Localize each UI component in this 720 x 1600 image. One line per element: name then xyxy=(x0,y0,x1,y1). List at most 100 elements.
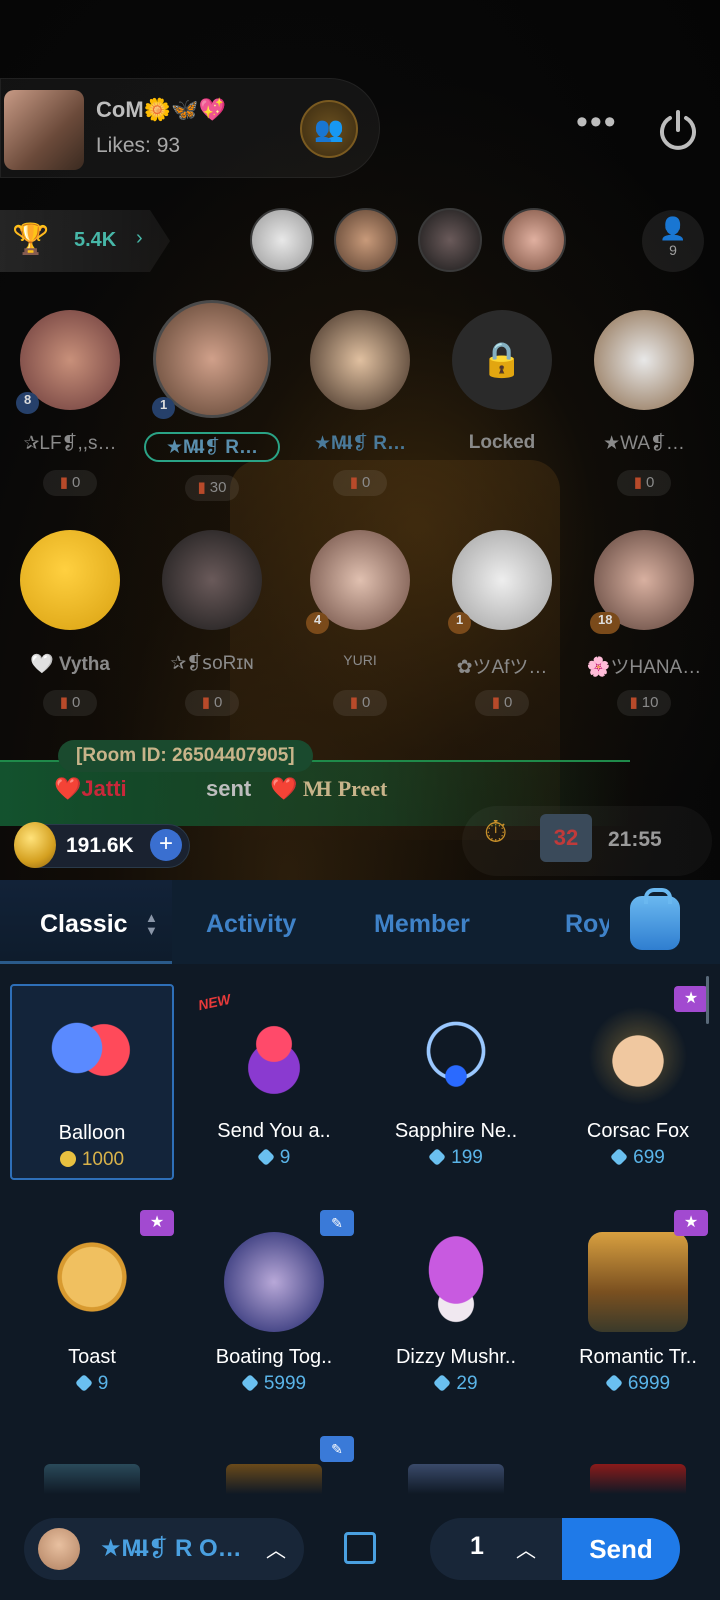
scrollbar[interactable] xyxy=(706,976,709,1024)
gift-sapphire-necklace[interactable]: Sapphire Ne.. 199 xyxy=(374,984,538,1180)
gift-image xyxy=(406,1006,506,1106)
room-likes: Likes: 93 xyxy=(96,134,181,157)
banner-verb: sent xyxy=(206,776,252,801)
seat-7[interactable]: ✰❡ꜱᴏRɪɴ ▮ 0 xyxy=(152,530,272,716)
ranking-value: 5.4K xyxy=(74,229,117,251)
seat-name: ★M̶I❡ R… xyxy=(144,432,280,462)
coin-balance: 191.6K xyxy=(66,834,134,857)
quantity-value: 1 xyxy=(470,1532,484,1560)
recharge-button[interactable]: + xyxy=(150,829,182,861)
gift-romantic-train[interactable]: Romantic Tr.. 6999 xyxy=(556,1210,720,1406)
level-badge: 1 xyxy=(152,397,176,419)
lock-icon: 🔒 xyxy=(480,341,524,379)
seat-name: ★M̶I❡ R… xyxy=(313,433,407,454)
seat-avatar xyxy=(162,530,262,630)
seat-avatar: 1 xyxy=(448,530,552,634)
receiver-name: ★M̶I❡ R O… xyxy=(100,1535,242,1562)
gift-name: Toast xyxy=(68,1346,116,1368)
gift-image xyxy=(42,1232,142,1332)
gift-name: Boating Tog.. xyxy=(215,1346,333,1368)
gift-corsac-fox[interactable]: Corsac Fox 699 xyxy=(556,984,720,1180)
level-badge: 4 xyxy=(306,612,330,634)
gift-price: 9 xyxy=(192,1147,356,1169)
gift-price: 699 xyxy=(556,1147,720,1169)
seat-gift-count: ▮ 0 xyxy=(617,470,671,496)
room-avatar[interactable] xyxy=(4,90,84,170)
seat-gift-count: ▮ 0 xyxy=(333,690,387,716)
seat-avatar: 8 xyxy=(16,310,120,414)
diamond-icon xyxy=(256,1147,275,1167)
tab-activity[interactable]: Activity xyxy=(206,910,296,939)
seat-gift-count: ▮ 0 xyxy=(43,470,97,496)
seat-2[interactable]: 1 ★M̶I❡ R… ▮ 30 xyxy=(144,300,280,501)
seat-9[interactable]: 1 ✿ツAfツ… ▮ 0 xyxy=(442,530,562,716)
gift-price: 6999 xyxy=(556,1373,720,1395)
gift-image xyxy=(588,1232,688,1332)
gift-name: Sapphire Ne.. xyxy=(394,1120,518,1142)
seat-6[interactable]: 🤍 Vytha ▮ 0 xyxy=(10,530,130,716)
person-icon: 👤 xyxy=(659,216,687,241)
edit-badge-icon: ✎ xyxy=(320,1210,354,1236)
seat-name: ★WA❡… xyxy=(603,433,685,454)
select-all-checkbox[interactable] xyxy=(344,1532,376,1564)
seat-gift-count: ▮ 10 xyxy=(617,690,671,716)
gift-thumbnail-partial[interactable] xyxy=(590,1464,686,1494)
edit-badge-icon: ✎ xyxy=(320,1436,354,1462)
seat-name: 🌸ツHANA… xyxy=(586,657,702,678)
gift-thumbnail-partial[interactable] xyxy=(44,1464,140,1494)
seat-3[interactable]: ★M̶I❡ R… ▮ 0 xyxy=(300,310,420,496)
gift-thumbnail-partial[interactable] xyxy=(226,1464,322,1494)
chevron-up-icon[interactable]: ︿ xyxy=(266,1534,286,1563)
seat-1[interactable]: 8 ✰LF❡,,s… ▮ 0 xyxy=(10,310,130,496)
calendar-icon[interactable]: 32 xyxy=(540,814,592,862)
seat-avatar: 4 xyxy=(306,530,410,634)
seat-name: 🤍 Vytha xyxy=(30,654,110,675)
tab-member[interactable]: Member xyxy=(374,910,470,939)
sort-icon[interactable]: ▲ ▼ xyxy=(145,911,158,937)
gift-name: Dizzy Mushr.. xyxy=(395,1346,517,1368)
timer-value: 21:55 xyxy=(608,828,662,851)
gift-image xyxy=(588,1006,688,1106)
viewer-avatar[interactable] xyxy=(250,208,314,272)
gift-image xyxy=(406,1232,506,1332)
seat-name: ✰❡ꜱᴏRɪɴ xyxy=(170,653,254,674)
live-room-screen: CoM🌼🦋💖 Likes: 93 👥 ••• 🏆 5.4K › 👤 9 8 ✰L… xyxy=(0,0,720,1600)
viewer-count-button[interactable]: 👤 9 xyxy=(642,210,704,272)
gift-name: Corsac Fox xyxy=(586,1120,690,1142)
gift-toast[interactable]: Toast 9 xyxy=(10,1210,174,1406)
seat-avatar xyxy=(20,530,120,630)
receiver-avatar xyxy=(38,1528,80,1570)
room-id-label: [Room ID: 26504407905] xyxy=(58,740,313,772)
star-badge-icon: ★ xyxy=(140,1210,174,1236)
seat-avatar xyxy=(594,310,694,410)
seat-gift-count: ▮ 0 xyxy=(475,690,529,716)
gift-price: 5999 xyxy=(192,1373,356,1395)
seat-gift-count: ▮ 30 xyxy=(185,475,239,501)
gift-boating-together[interactable]: Boating Tog.. 5999 xyxy=(192,1210,356,1406)
chevron-up-icon[interactable]: ︿ xyxy=(516,1534,536,1563)
tab-roy[interactable]: Roy xyxy=(565,910,609,939)
diamond-icon xyxy=(240,1373,259,1393)
gift-thumbnail-partial[interactable] xyxy=(408,1464,504,1494)
backpack-icon[interactable] xyxy=(630,888,680,950)
seat-name: Locked xyxy=(468,432,536,453)
seat-10[interactable]: 18 🌸ツHANA… ▮ 10 xyxy=(584,530,704,716)
gift-balloon[interactable]: Balloon 1000 xyxy=(10,984,174,1180)
fan-club-button[interactable]: 👥 xyxy=(300,100,358,158)
viewer-avatar[interactable] xyxy=(418,208,482,272)
seat-8[interactable]: 4 YURI ▮ 0 xyxy=(300,530,420,716)
gift-send-you-a[interactable]: Send You a.. 9 xyxy=(192,984,356,1180)
diamond-icon xyxy=(604,1373,623,1393)
seat-5[interactable]: ★WA❡… ▮ 0 xyxy=(584,310,704,496)
send-button[interactable]: Send xyxy=(562,1518,680,1580)
diamond-icon xyxy=(433,1373,452,1393)
power-icon[interactable] xyxy=(656,108,700,152)
more-options-icon[interactable]: ••• xyxy=(576,105,618,139)
seat-gift-count: ▮ 0 xyxy=(185,690,239,716)
tab-classic[interactable]: Classic xyxy=(40,910,128,939)
viewer-avatar[interactable] xyxy=(502,208,566,272)
seat-locked[interactable]: 🔒 Locked xyxy=(442,310,562,462)
seat-gift-count: ▮ 0 xyxy=(333,470,387,496)
gift-dizzy-mushroom[interactable]: Dizzy Mushr.. 29 xyxy=(374,1210,538,1406)
viewer-avatar[interactable] xyxy=(334,208,398,272)
